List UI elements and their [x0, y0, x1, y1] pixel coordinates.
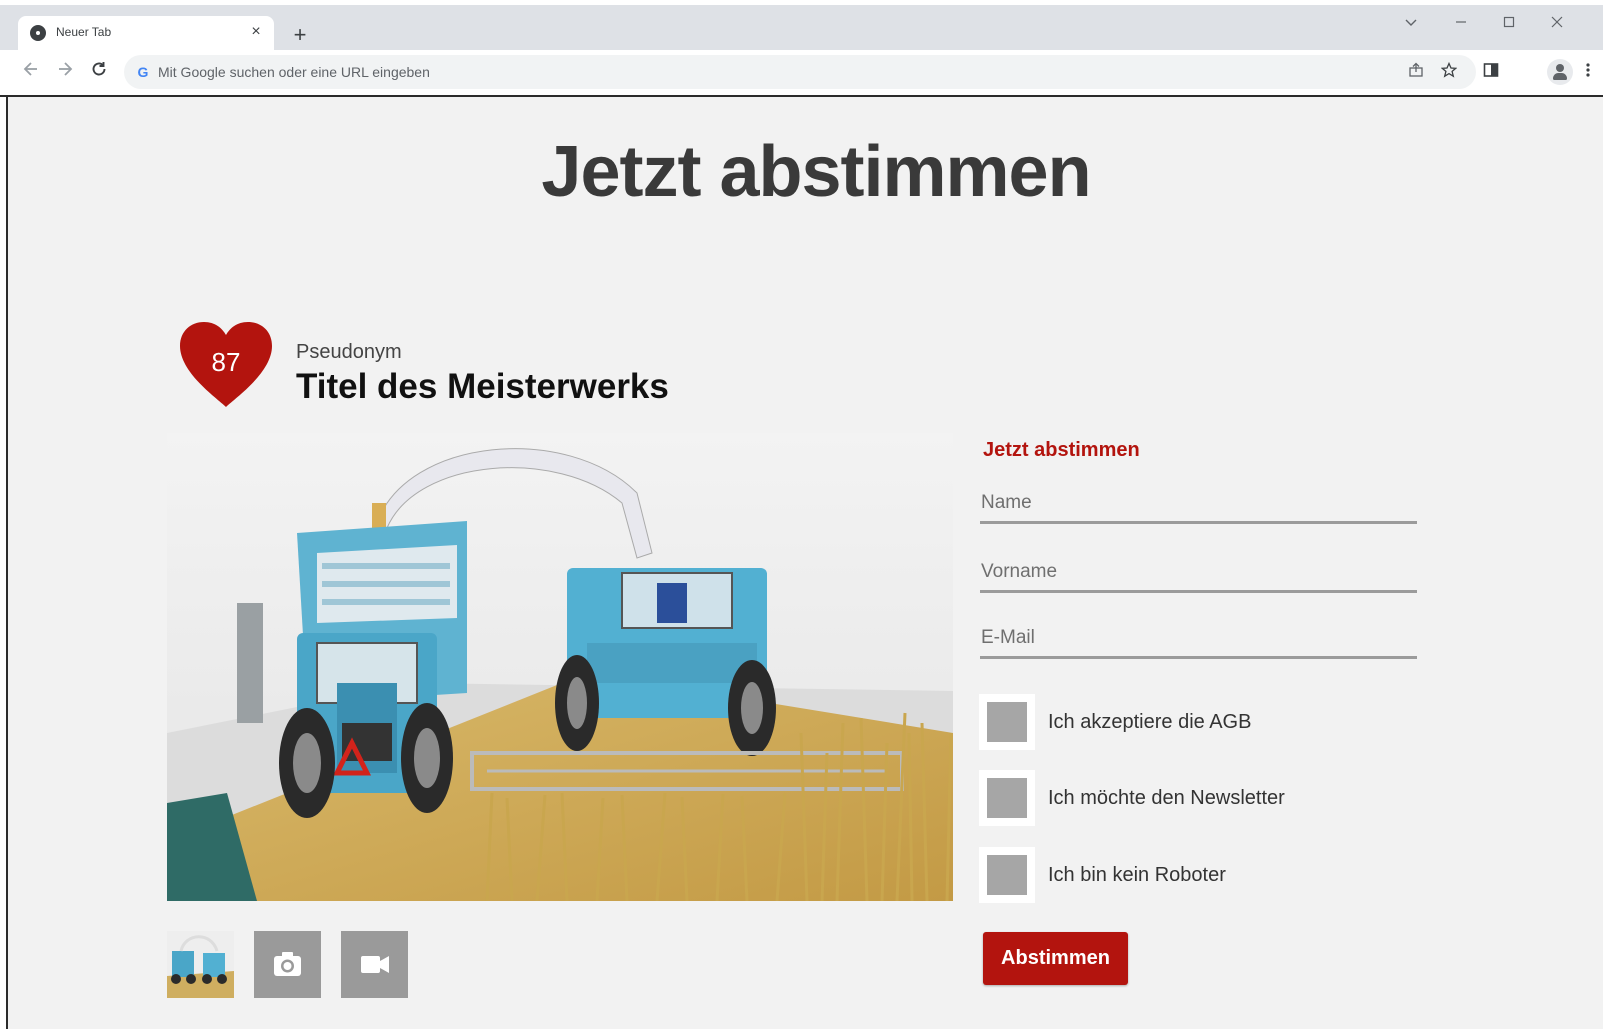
tab-search-icon[interactable]	[1400, 14, 1422, 36]
share-icon[interactable]	[1406, 62, 1426, 82]
checkbox[interactable]	[979, 694, 1035, 750]
vote-page: Jetzt abstimmen 87 Pseudonym Titel des M…	[8, 97, 1603, 1029]
url-input[interactable]	[158, 55, 1358, 89]
forward-arrow-icon[interactable]	[51, 58, 79, 86]
artwork-title: Titel des Meisterwerks	[296, 367, 669, 406]
new-tab-button[interactable]: +	[287, 22, 313, 48]
bookmark-star-icon[interactable]	[1439, 61, 1459, 82]
email-field[interactable]	[980, 619, 1417, 659]
checkbox[interactable]	[979, 847, 1035, 903]
google-icon: G	[137, 64, 149, 80]
checkbox[interactable]	[979, 770, 1035, 826]
artist-pseudonym: Pseudonym	[296, 341, 402, 363]
gallery-thumbnail-image[interactable]	[167, 931, 234, 998]
vote-submit-button[interactable]: Abstimmen	[983, 932, 1128, 985]
vote-count: 87	[211, 347, 241, 377]
side-panel-icon[interactable]	[1480, 62, 1502, 84]
artwork-image[interactable]	[167, 433, 953, 901]
close-window-icon[interactable]	[1546, 14, 1568, 36]
camera-icon[interactable]	[254, 931, 321, 998]
profile-avatar-icon[interactable]	[1547, 59, 1573, 85]
address-bar[interactable]: G	[124, 55, 1476, 89]
browser-toolbar: G	[0, 50, 1603, 94]
browser-chrome: Neuer Tab × + G	[0, 0, 1603, 97]
video-camera-icon[interactable]	[341, 931, 408, 998]
reload-icon[interactable]	[85, 58, 113, 86]
back-arrow-icon[interactable]	[17, 58, 45, 86]
tab-close-button[interactable]: ×	[246, 22, 266, 42]
more-menu-icon[interactable]	[1580, 62, 1596, 84]
tab-strip: Neuer Tab × +	[0, 5, 1603, 50]
name-field[interactable]	[980, 484, 1417, 524]
vorname-field[interactable]	[980, 553, 1417, 593]
form-heading: Jetzt abstimmen	[983, 439, 1140, 461]
tab-neuer-tab[interactable]: Neuer Tab ×	[18, 16, 274, 50]
checkbox-label: Ich bin kein Roboter	[1048, 864, 1226, 886]
chrome-icon	[30, 25, 46, 41]
checkbox-label: Ich akzeptiere die AGB	[1048, 711, 1252, 733]
tab-title: Neuer Tab	[56, 25, 112, 39]
minimize-icon[interactable]	[1450, 14, 1472, 36]
page-title: Jetzt abstimmen	[541, 132, 1091, 212]
maximize-icon[interactable]	[1498, 14, 1520, 36]
checkbox-label: Ich möchte den Newsletter	[1048, 787, 1285, 809]
